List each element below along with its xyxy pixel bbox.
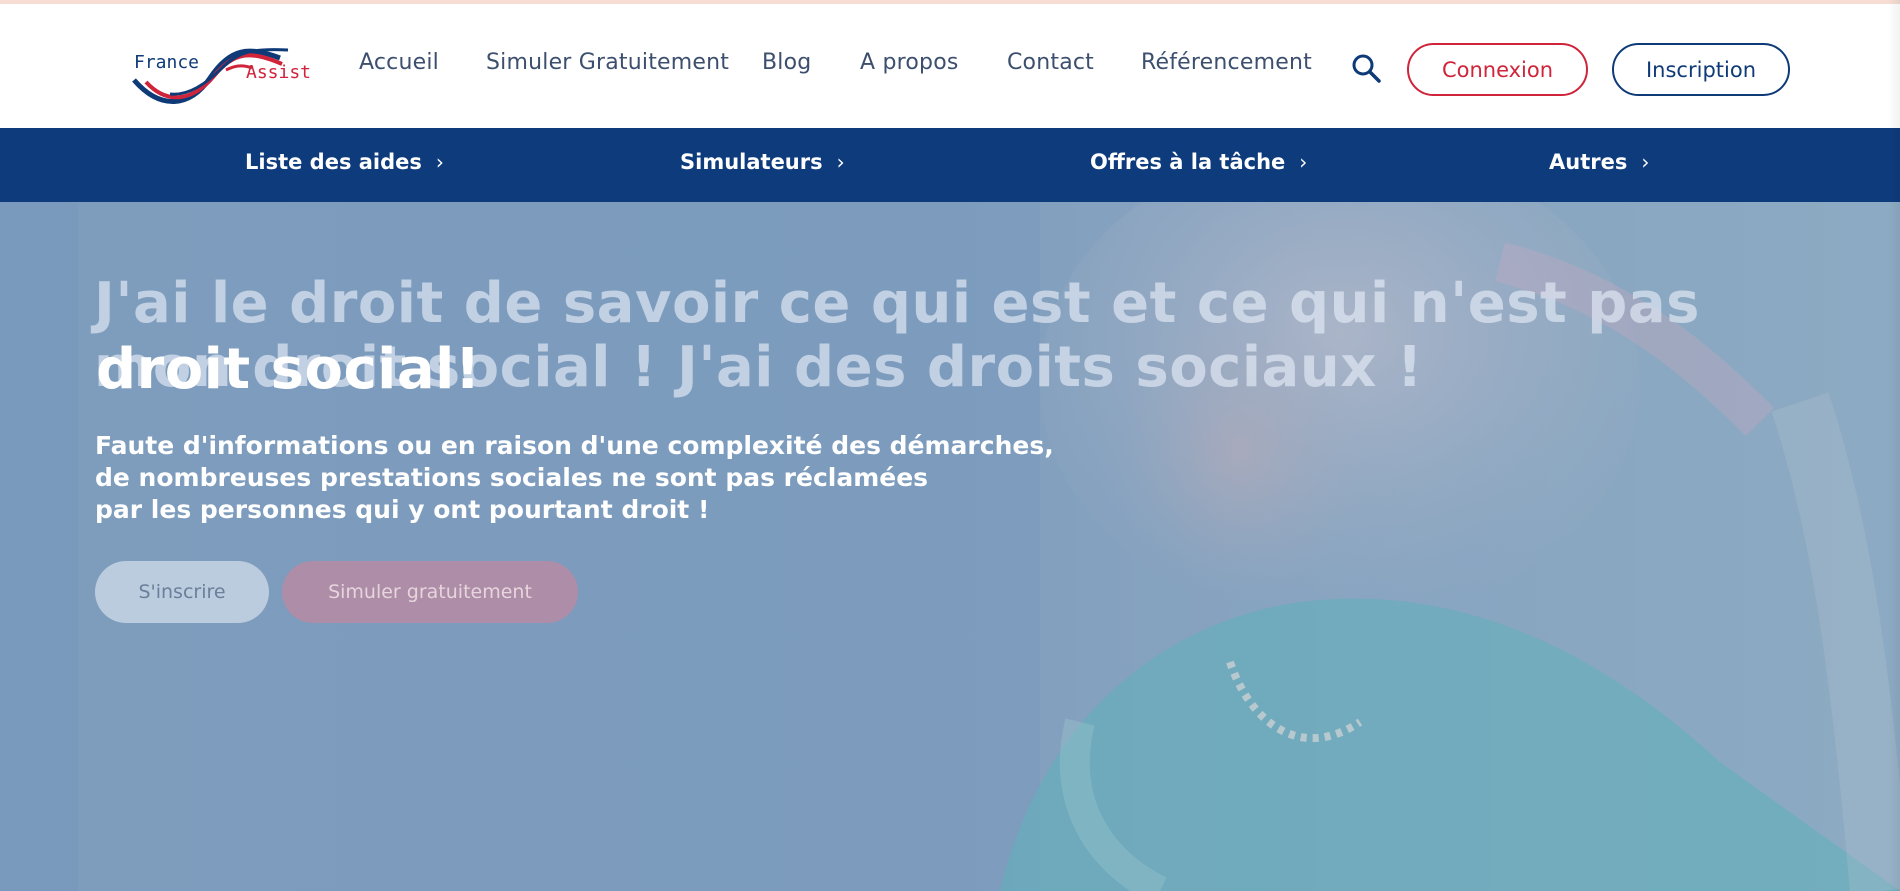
nav-link-accueil[interactable]: Accueil — [359, 50, 439, 75]
login-button[interactable]: Connexion — [1407, 43, 1588, 96]
signup-button[interactable]: Inscription — [1612, 43, 1790, 96]
category-offres-a-la-tache[interactable]: Offres à la tâche › — [1090, 150, 1307, 174]
chevron-right-icon: › — [1641, 150, 1650, 174]
register-cta-button[interactable]: S'inscrire — [95, 561, 269, 623]
logo[interactable]: France Assist — [130, 38, 315, 108]
category-simulateurs[interactable]: Simulateurs › — [680, 150, 845, 174]
hero-banner: J'ai le droit de savoir ce qui est et ce… — [0, 202, 1900, 891]
search-button[interactable] — [1350, 52, 1382, 84]
category-liste-des-aides[interactable]: Liste des aides › — [245, 150, 444, 174]
nav-link-blog[interactable]: Blog — [762, 50, 811, 75]
site-header: France Assist Accueil Simuler Gratuiteme… — [0, 4, 1900, 128]
page-edge-shadow — [1888, 0, 1900, 891]
hero-subtitle: Faute d'informations ou en raison d'une … — [95, 430, 1054, 526]
search-icon — [1352, 54, 1381, 83]
logo-text-france: France — [134, 52, 200, 73]
hero-subtitle-line: Faute d'informations ou en raison d'une … — [95, 431, 1054, 460]
hero-subtitle-line: par les personnes qui y ont pourtant dro… — [95, 495, 710, 524]
category-label: Liste des aides — [245, 150, 422, 174]
hero-subtitle-line: de nombreuses prestations sociales ne so… — [95, 463, 929, 492]
category-label: Autres — [1549, 150, 1628, 174]
nav-link-referencement[interactable]: Référencement — [1141, 50, 1312, 75]
category-autres[interactable]: Autres › — [1549, 150, 1649, 174]
category-label: Offres à la tâche — [1090, 150, 1286, 174]
category-nav: Liste des aides › Simulateurs › Offres à… — [0, 128, 1900, 202]
nav-link-contact[interactable]: Contact — [1007, 50, 1094, 75]
hero-left-shade — [0, 202, 78, 891]
simulate-cta-button[interactable]: Simuler gratuitement — [282, 561, 578, 623]
chevron-right-icon: › — [836, 150, 845, 174]
category-label: Simulateurs — [680, 150, 823, 174]
chevron-right-icon: › — [1299, 150, 1308, 174]
hero-headline: droit social! — [96, 337, 481, 402]
chevron-right-icon: › — [435, 150, 444, 174]
nav-link-a-propos[interactable]: A propos — [860, 50, 959, 75]
logo-text-assist: Assist — [246, 62, 312, 83]
nav-link-simuler[interactable]: Simuler Gratuitement — [486, 50, 729, 75]
